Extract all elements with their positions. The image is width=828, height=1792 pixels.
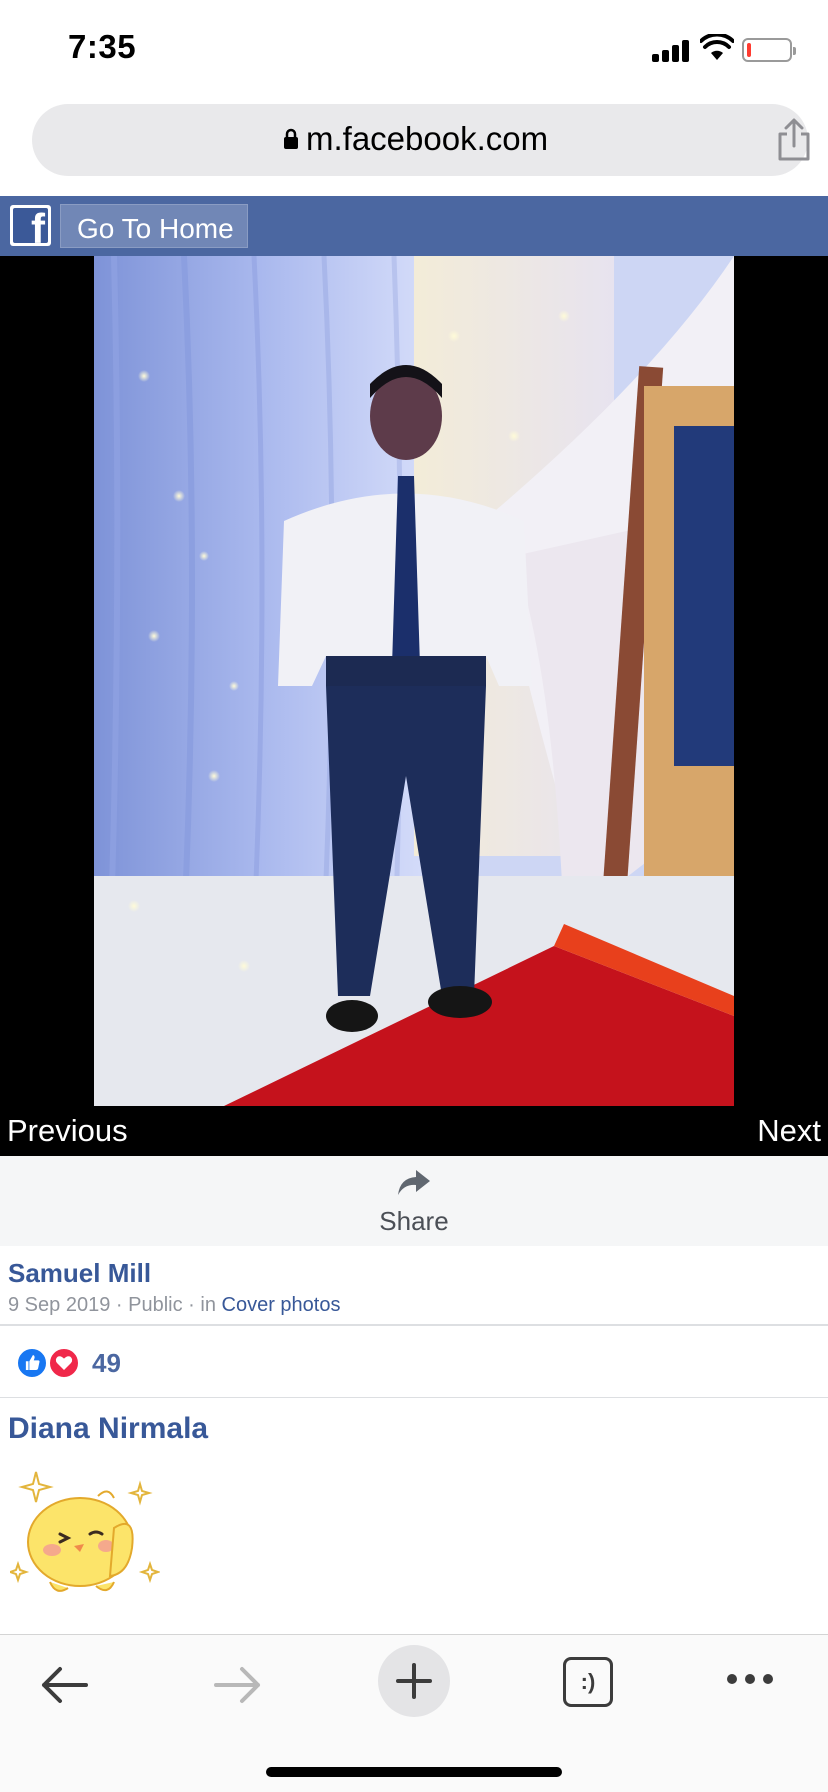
cover-photo[interactable] <box>94 256 734 1106</box>
post-info: Samuel Mill 9 Sep 2019 · Public · in Cov… <box>0 1246 828 1326</box>
comment: Diana Nirmala <box>0 1398 828 1634</box>
share-icon[interactable] <box>774 118 814 162</box>
post-in-label: in <box>200 1294 216 1316</box>
comment-author-link[interactable]: Diana Nirmala <box>8 1412 208 1446</box>
home-indicator[interactable] <box>266 1767 562 1777</box>
reactions-summary[interactable]: 49 <box>0 1328 828 1398</box>
back-arrow-icon[interactable] <box>38 1663 90 1707</box>
address-bar[interactable]: m.facebook.com <box>32 104 810 176</box>
cellular-signal-icon <box>652 38 692 62</box>
tabs-button[interactable]: :) <box>563 1657 613 1707</box>
status-time: 7:35 <box>68 28 137 65</box>
love-reaction-icon <box>48 1347 80 1379</box>
status-bar: 7:35 <box>0 0 828 96</box>
previous-photo-link[interactable]: Previous <box>7 1113 128 1149</box>
album-link[interactable]: Cover photos <box>222 1294 341 1316</box>
post-privacy: Public <box>128 1294 183 1316</box>
facebook-header: f Go To Home <box>0 196 828 256</box>
post-date: 9 Sep 2019 <box>8 1294 111 1316</box>
facebook-logo-icon[interactable]: f <box>10 205 51 246</box>
share-arrow-icon <box>398 1170 430 1195</box>
photo-viewer: Previous Next <box>0 256 828 1156</box>
plus-icon <box>396 1663 432 1699</box>
url-text: m.facebook.com <box>306 120 549 157</box>
share-label: Share <box>379 1206 449 1236</box>
post-author-link[interactable]: Samuel Mill <box>8 1258 151 1289</box>
forward-arrow-icon[interactable] <box>212 1663 264 1707</box>
chick-sticker-icon <box>10 1471 160 1592</box>
browser-toolbar: :) <box>0 1634 828 1792</box>
new-tab-button[interactable] <box>378 1645 450 1717</box>
battery-icon <box>742 38 796 62</box>
wifi-icon <box>700 34 734 60</box>
post-meta: 9 Sep 2019 · Public · in Cover photos <box>8 1294 341 1316</box>
share-action[interactable]: Share <box>0 1156 828 1246</box>
reaction-count: 49 <box>92 1348 121 1378</box>
more-options-icon[interactable] <box>724 1671 776 1687</box>
battery-level <box>747 43 751 57</box>
lock-icon <box>284 128 298 149</box>
like-reaction-icon <box>16 1347 48 1379</box>
next-photo-link[interactable]: Next <box>757 1113 821 1149</box>
go-to-home-button[interactable]: Go To Home <box>60 204 248 248</box>
